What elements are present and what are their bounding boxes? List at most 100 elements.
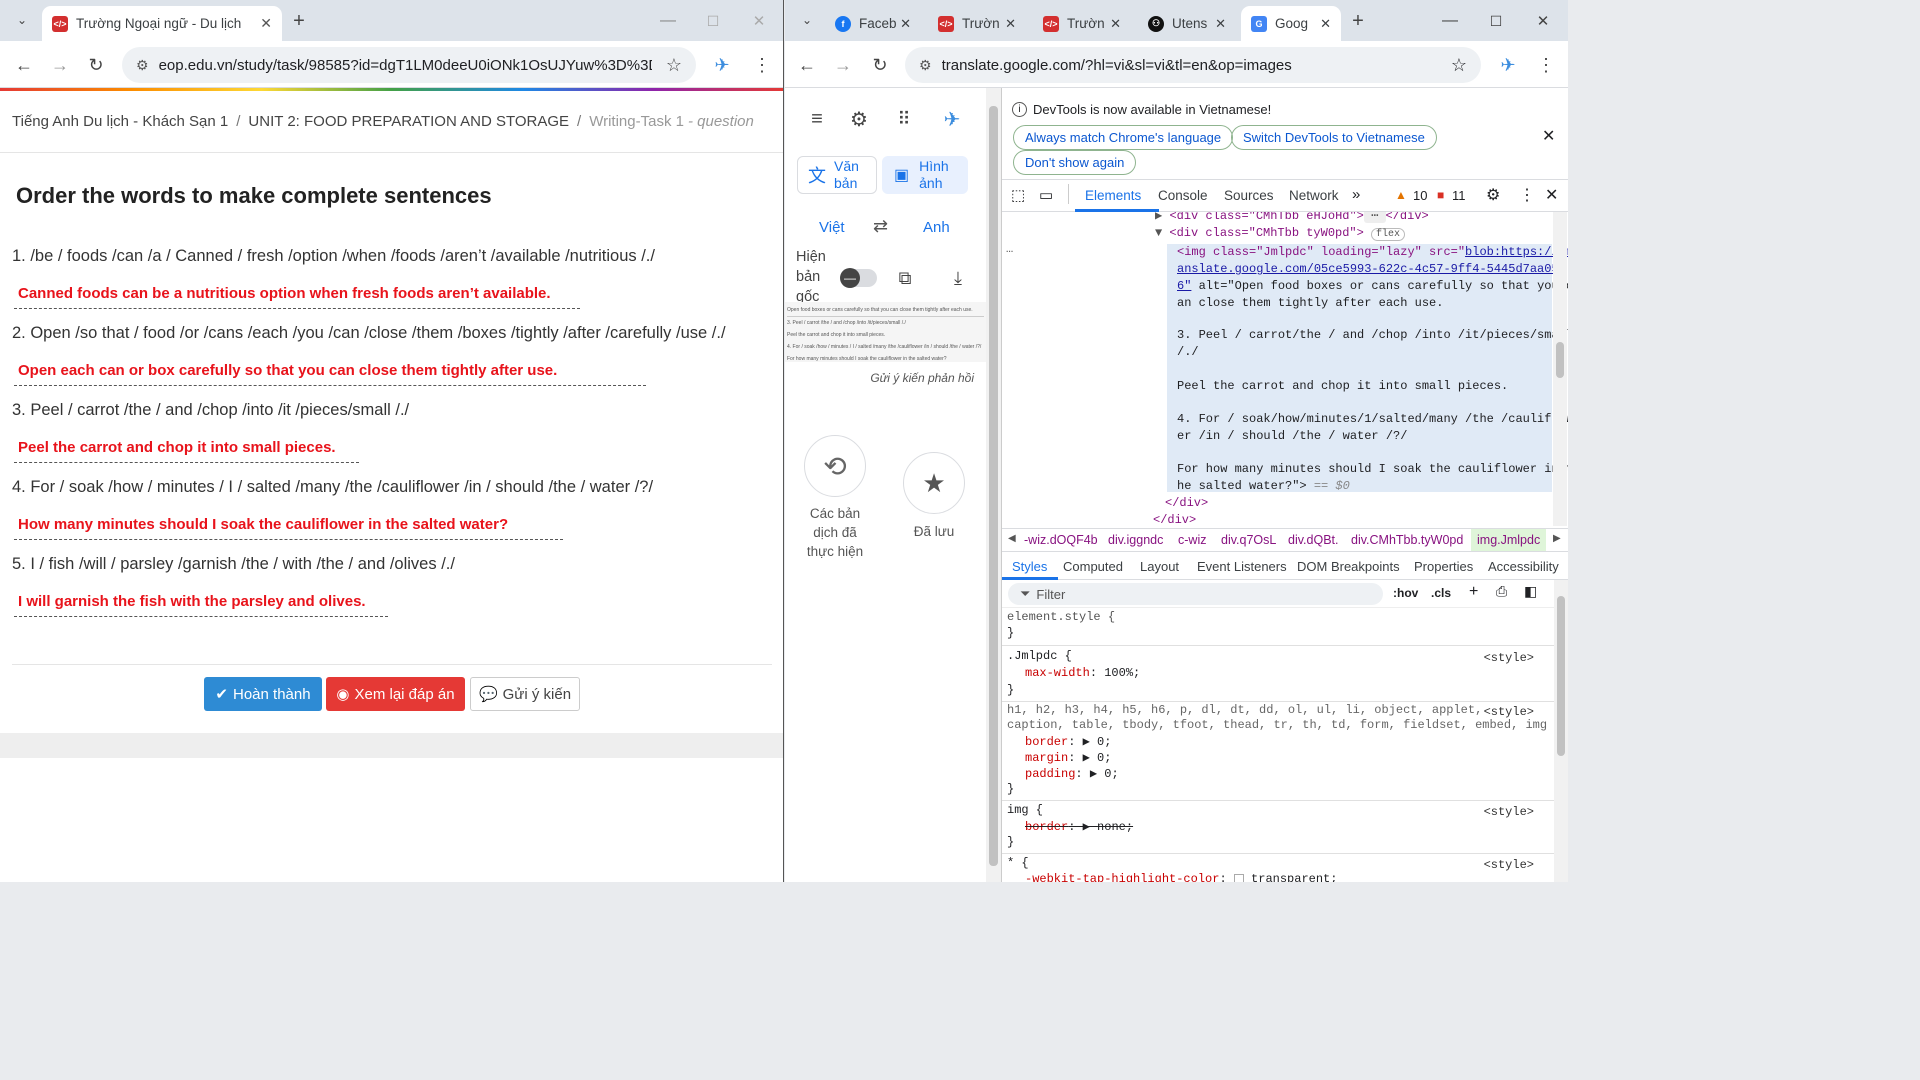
close-window-icon[interactable]: ✕: [1530, 8, 1556, 34]
css-value[interactable]: 0;: [1104, 767, 1118, 781]
close-tab-icon[interactable]: ✕: [900, 16, 911, 32]
dom-crumb[interactable]: -wiz.dOQF4b: [1024, 533, 1098, 547]
network-tab[interactable]: Network: [1289, 188, 1339, 203]
dom-crumb[interactable]: div.iggndc: [1108, 533, 1163, 547]
forward-icon[interactable]: →: [46, 51, 74, 79]
elements-tab[interactable]: Elements: [1085, 188, 1141, 203]
cls-toggle[interactable]: .cls: [1431, 586, 1451, 600]
image-mode-button[interactable]: ▣ Hình ảnh: [882, 156, 968, 194]
translated-image-thumbnail[interactable]: Open food boxes or cans carefully so tha…: [785, 302, 986, 362]
css-property[interactable]: border: [1025, 735, 1068, 749]
new-style-rule-icon[interactable]: +: [1469, 583, 1478, 601]
devtools-settings-icon[interactable]: ⚙: [1486, 185, 1500, 205]
hov-toggle[interactable]: :hov: [1393, 586, 1418, 600]
tab-google-translate[interactable]: G Goog ✕: [1241, 6, 1341, 41]
rule-source-link[interactable]: <style>: [1484, 651, 1534, 665]
toggle-sidebar-icon[interactable]: ◧: [1524, 583, 1537, 600]
console-tab[interactable]: Console: [1158, 188, 1208, 203]
site-info-icon[interactable]: ⚙: [136, 57, 149, 74]
new-tab-icon[interactable]: +: [1345, 8, 1371, 34]
css-value[interactable]: 100%;: [1104, 666, 1140, 680]
text-mode-button[interactable]: 文 Văn bản: [797, 156, 877, 194]
close-tab-icon[interactable]: ✕: [260, 15, 272, 32]
complete-button[interactable]: ✔ Hoàn thành: [204, 677, 322, 711]
target-language-button[interactable]: Anh: [923, 219, 950, 236]
error-count[interactable]: 11: [1452, 188, 1466, 203]
rule-selector[interactable]: h1, h2, h3, h4, h5, h6, p, dl, dt, dd, o…: [1007, 703, 1482, 717]
apps-grid-icon[interactable]: ⠿: [890, 105, 918, 133]
dom-crumb[interactable]: div.dQBt.: [1288, 533, 1338, 547]
properties-subtab[interactable]: Properties: [1414, 559, 1473, 574]
address-bar[interactable]: ⚙ translate.google.com/?hl=vi&sl=vi&tl=e…: [905, 47, 1481, 83]
breadcrumb-course[interactable]: Tiếng Anh Du lịch - Khách Sạn 1: [12, 113, 228, 130]
styles-filter-input[interactable]: ⏷ Filter: [1008, 583, 1383, 605]
rule-selector[interactable]: * {: [1007, 856, 1029, 870]
back-icon[interactable]: ←: [10, 51, 38, 79]
back-icon[interactable]: ←: [793, 51, 821, 79]
review-answer-button[interactable]: ◉ Xem lại đáp án: [326, 677, 465, 711]
account-avatar[interactable]: ✈: [935, 102, 969, 136]
reload-icon[interactable]: ↻: [866, 51, 894, 79]
settings-gear-icon[interactable]: ⚙: [845, 105, 873, 133]
styles-scrollbar[interactable]: [1554, 580, 1568, 882]
history-icon[interactable]: ⟲: [804, 435, 866, 497]
dom-crumb[interactable]: c-wiz: [1178, 533, 1206, 547]
saved-star-icon[interactable]: ★: [903, 452, 965, 514]
swap-languages-icon[interactable]: ⇄: [873, 216, 888, 237]
feedback-button[interactable]: 💬 Gửi ý kiến: [470, 677, 580, 711]
address-bar[interactable]: ⚙ eop.edu.vn/study/task/98585?id=dgT1LM0…: [122, 47, 696, 83]
css-property[interactable]: -webkit-tap-highlight-color: [1025, 872, 1219, 882]
dom-crumb[interactable]: div.CMhTbb.tyW0pd: [1351, 533, 1463, 547]
switch-devtools-language-button[interactable]: Switch DevTools to Vietnamese: [1231, 125, 1437, 150]
sources-tab[interactable]: Sources: [1224, 188, 1274, 203]
css-value[interactable]: none;: [1097, 820, 1133, 834]
bookmark-star-icon[interactable]: ☆: [1451, 55, 1467, 76]
tab-truong-ngoai-ngu[interactable]: </> Trường Ngoại ngữ - Du lịch ✕: [42, 6, 282, 41]
breadcrumb-unit[interactable]: UNIT 2: FOOD PREPARATION AND STORAGE: [248, 113, 569, 130]
dom-breakpoints-subtab[interactable]: DOM Breakpoints: [1297, 559, 1400, 574]
page-scrollbar[interactable]: [986, 88, 1001, 882]
send-feedback-link[interactable]: Gửi ý kiến phản hồi: [870, 371, 974, 385]
tab-search-icon[interactable]: ⌄: [793, 6, 821, 34]
css-property-overridden[interactable]: border: [1025, 820, 1068, 834]
extension-icon[interactable]: ✈: [708, 51, 736, 79]
styles-subtab[interactable]: Styles: [1012, 559, 1047, 574]
dom-scrollbar[interactable]: [1553, 212, 1567, 526]
devtools-menu-icon[interactable]: ⋮: [1519, 185, 1535, 205]
dom-crumb[interactable]: div.q7OsL: [1221, 533, 1276, 547]
close-window-icon[interactable]: ✕: [746, 8, 772, 34]
new-tab-icon[interactable]: +: [286, 8, 312, 34]
element-state-icon[interactable]: ⎙: [1496, 583, 1507, 600]
css-property[interactable]: margin: [1025, 751, 1068, 765]
always-match-language-button[interactable]: Always match Chrome's language: [1013, 125, 1234, 150]
download-icon[interactable]: ⤓: [944, 264, 972, 292]
css-value[interactable]: 0;: [1097, 751, 1111, 765]
tab-truong-1[interactable]: </> Trườn ✕: [928, 6, 1026, 41]
css-value[interactable]: transparent;: [1251, 872, 1337, 882]
show-original-toggle[interactable]: —: [840, 268, 877, 288]
bookmark-star-icon[interactable]: ☆: [666, 55, 682, 76]
event-listeners-subtab[interactable]: Event Listeners: [1197, 559, 1287, 574]
computed-subtab[interactable]: Computed: [1063, 559, 1123, 574]
source-language-button[interactable]: Việt: [819, 219, 845, 236]
dom-crumb-active[interactable]: img.Jmlpdc: [1471, 529, 1547, 551]
device-toolbar-icon[interactable]: ▭: [1039, 186, 1053, 204]
close-banner-icon[interactable]: ✕: [1542, 126, 1555, 146]
styles-scrollbar-thumb[interactable]: [1557, 596, 1565, 756]
breadcrumb-scroll-right-icon[interactable]: ▶: [1553, 533, 1561, 544]
close-tab-icon[interactable]: ✕: [1215, 16, 1226, 32]
rule-source-link[interactable]: <style>: [1484, 805, 1534, 819]
css-property[interactable]: padding: [1025, 767, 1075, 781]
rule-selector[interactable]: .Jmlpdc {: [1007, 649, 1072, 663]
inspect-element-icon[interactable]: ⬚: [1011, 186, 1025, 204]
maximize-icon[interactable]: ☐: [1483, 8, 1509, 34]
menu-kebab-icon[interactable]: ⋮: [748, 51, 776, 79]
maximize-icon[interactable]: ☐: [700, 8, 726, 34]
layout-subtab[interactable]: Layout: [1140, 559, 1179, 574]
css-value[interactable]: 0;: [1097, 735, 1111, 749]
hamburger-menu-icon[interactable]: ≡: [803, 105, 831, 133]
tab-truong-2[interactable]: </> Trườn ✕: [1033, 6, 1131, 41]
menu-kebab-icon[interactable]: ⋮: [1532, 51, 1560, 79]
copy-icon[interactable]: ⧉: [891, 264, 919, 292]
rule-selector[interactable]: img {: [1007, 803, 1043, 817]
